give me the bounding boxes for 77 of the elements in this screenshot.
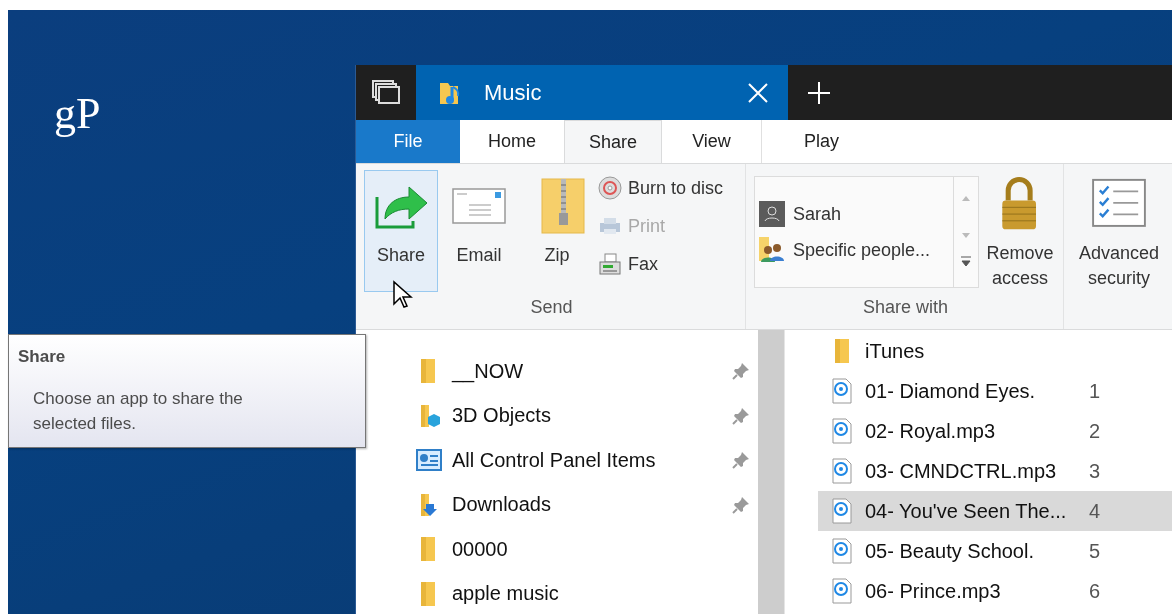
logo: gP [54,88,101,139]
track-number: 4 [1089,499,1101,523]
file-name: 01- Diamond Eyes. [865,379,1037,403]
file-name: 03- CMNDCTRL.mp3 [865,459,1058,483]
track-number: 3 [1089,459,1101,483]
folder-icon [421,537,435,562]
plus-icon[interactable] [806,79,832,106]
fax-icon [598,252,622,276]
user-icon [758,201,785,227]
audio-file-icon [831,538,853,564]
ribbon-tab[interactable]: Play [761,120,881,163]
ribbon-button[interactable]: Email [442,170,516,292]
ribbon-tab[interactable]: File [356,120,460,163]
file-name: 02- Royal.mp3 [865,419,997,443]
nav-item[interactable]: __NOW [416,349,758,394]
file-name: 06- Prince.mp3 [865,579,1002,603]
track-number: 1 [1089,379,1101,403]
nav-item-label: __NOW [452,359,525,383]
ribbon-tab[interactable]: Home [460,120,564,163]
share-list-item[interactable]: Sarah [758,201,949,227]
nav-item[interactable]: 00000 [416,527,758,572]
ribbon-button[interactable]: Zip [520,170,594,292]
tooltip-text: Choose an app to share the selected files. [32,388,244,435]
people-icon [758,237,785,263]
control-panel-icon [416,449,442,472]
windows-icon [371,78,401,107]
ribbon-button[interactable]: Share [364,170,438,292]
file-row[interactable]: 02- Royal.mp3 2 [785,411,1172,451]
advanced-security-button[interactable]: Advanced security [1071,170,1166,292]
audio-file-icon [831,498,853,524]
scrollbar[interactable] [758,330,784,614]
disc-icon [598,176,622,200]
group-label: Share with [861,297,949,319]
share-list-item[interactable]: Specific people... [758,237,949,263]
group-label: Send [529,297,574,319]
file-row[interactable]: 01- Diamond Eyes. 1 [785,371,1172,411]
pin-icon[interactable] [732,495,750,514]
track-number: 2 [1089,419,1101,443]
window-title: Music [484,79,543,106]
ribbon-button[interactable]: Fax [598,250,724,278]
audio-file-icon [831,378,853,404]
nav-item-label: 3D Objects [452,404,552,428]
folder-icon [421,581,435,606]
folder-icon [835,339,849,363]
nav-item[interactable]: Downloads [416,482,758,527]
file-row[interactable]: 05- Beauty School. 5 [785,531,1172,571]
file-name: 04- You've Seen The... [865,499,1065,523]
pin-icon[interactable] [732,362,750,381]
audio-file-icon [831,418,853,444]
file-row[interactable]: 04- You've Seen The... 4 [818,491,1172,531]
close-icon[interactable] [746,80,770,105]
ribbon-button[interactable]: Burn to disc [598,174,724,202]
nav-item-label: All Control Panel Items [452,448,657,472]
tooltip-title: Share [18,347,67,367]
nav-item[interactable]: All Control Panel Items [416,438,758,483]
nav-item[interactable]: 3D Objects [416,393,758,438]
folder-icon [421,359,435,384]
nav-item-label: 00000 [452,537,509,561]
file-name: 05- Beauty School. [865,539,1035,563]
pin-icon[interactable] [732,406,750,425]
nav-item-label: apple music [452,582,560,606]
track-number: 5 [1089,539,1101,563]
mouse-pointer-icon [392,280,414,310]
remove-access-button[interactable]: Remove access [982,170,1057,292]
nav-item-label: Downloads [452,493,552,517]
nav-item[interactable]: apple music [416,571,758,614]
audio-file-icon [831,458,853,484]
file-row[interactable]: 06- Prince.mp3 6 [785,571,1172,611]
ribbon-tab[interactable]: View [662,120,761,163]
pin-icon[interactable] [732,451,750,470]
file-row[interactable]: 03- CMNDCTRL.mp3 3 [785,451,1172,491]
window-tab[interactable]: Music [416,65,788,120]
file-name: iTunes [865,339,926,363]
ribbon-tab[interactable]: Share [564,120,662,163]
audio-file-icon [831,578,853,604]
track-number: 6 [1089,579,1101,603]
file-row[interactable]: iTunes [785,331,1172,371]
